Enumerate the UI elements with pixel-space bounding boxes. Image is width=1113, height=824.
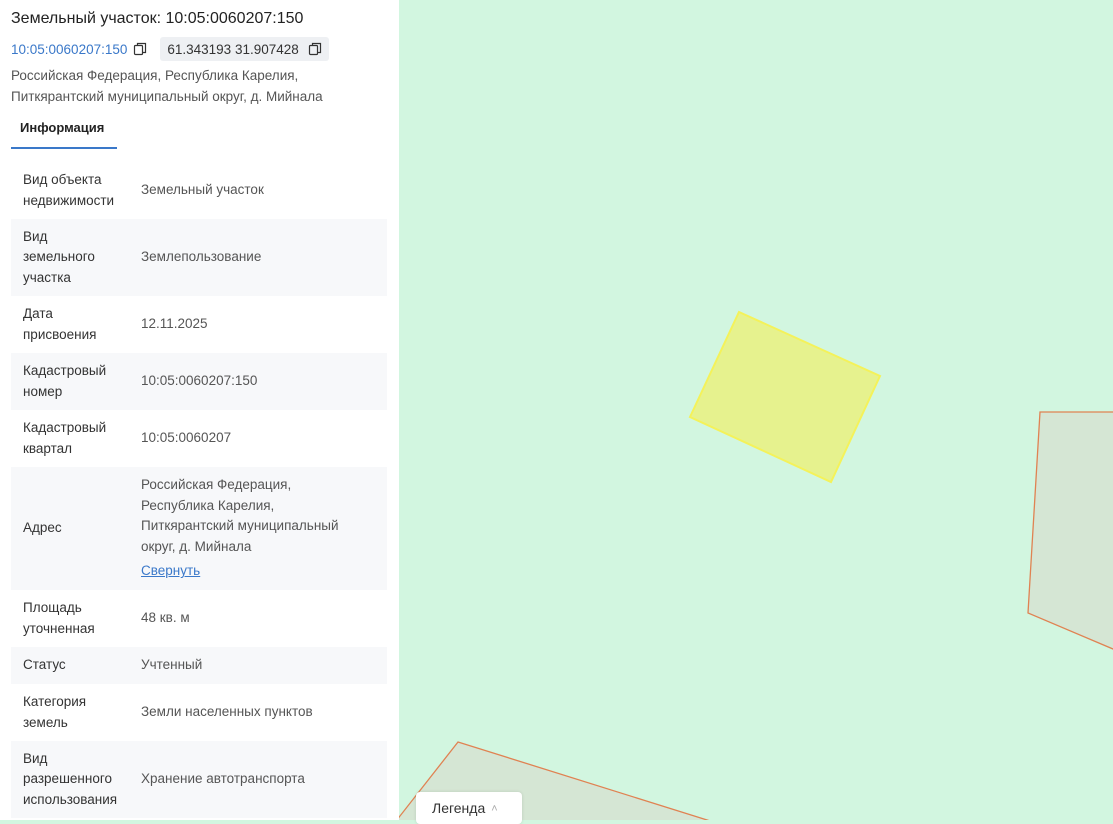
row-key: Площадь уточненная xyxy=(23,598,141,639)
row-key: Кадастровый номер xyxy=(23,361,141,402)
row-value: 48 кв. м xyxy=(141,610,190,626)
row-key: Статус xyxy=(23,655,141,676)
address-line: Питкярантский муниципальный округ, д. Ми… xyxy=(11,89,323,104)
row-key: Дата присвоения xyxy=(23,304,141,345)
key-line: недвижимости xyxy=(23,192,115,208)
coordinates-chip: 61.343193 31.907428 xyxy=(160,37,329,61)
value-line: Республика Карелия, xyxy=(141,497,275,513)
row-key: Вид разрешенного использования xyxy=(23,749,141,811)
legend-label: Легенда xyxy=(432,800,486,816)
key-line: земельного xyxy=(23,249,95,265)
key-line: земель xyxy=(23,714,68,730)
row-key: Адрес xyxy=(23,518,141,539)
key-line: Категория xyxy=(23,694,87,709)
value-line: Питкярантский муниципальный xyxy=(141,518,339,534)
row-key: Категория земель xyxy=(23,692,141,733)
row-value: Учтенный xyxy=(141,657,203,673)
table-row: Вид разрешенного использования Хранение … xyxy=(11,741,387,818)
row-value: Российская Федерация, Республика Карелия… xyxy=(141,475,339,582)
key-line: номер xyxy=(23,383,63,399)
value-line: Российская Федерация, xyxy=(141,477,292,493)
table-row: Площадь уточненная 48 кв. м xyxy=(11,590,387,647)
key-line: Вид xyxy=(23,228,48,244)
key-line: Адрес xyxy=(23,520,62,536)
row-value: 12.11.2025 xyxy=(141,316,208,332)
key-line: Площадь xyxy=(23,600,82,615)
identifier-row: 10:05:0060207:150 61.343193 31.907428 xyxy=(11,37,329,61)
key-line: Статус xyxy=(23,657,66,673)
table-row: Вид объекта недвижимости Земельный участ… xyxy=(11,162,387,219)
map-view[interactable] xyxy=(399,0,1113,820)
info-panel: Земельный участок: 10:05:0060207:150 10:… xyxy=(0,0,399,820)
value-line: округ, д. Мийнала xyxy=(141,538,252,554)
row-value: Землепользование xyxy=(141,249,262,265)
legend-button[interactable]: Легенда ˄ xyxy=(416,792,522,824)
key-line: Кадастровый xyxy=(23,363,107,378)
row-value: Земельный участок xyxy=(141,182,264,198)
copy-icon[interactable] xyxy=(308,42,322,56)
table-row: Кадастровый номер 10:05:0060207:150 xyxy=(11,353,387,410)
row-key: Вид земельного участка xyxy=(23,227,141,289)
table-row: Категория земель Земли населенных пункто… xyxy=(11,684,387,741)
key-line: Вид xyxy=(23,750,48,766)
key-line: Кадастровый xyxy=(23,420,107,435)
row-key: Кадастровый квартал xyxy=(23,418,141,459)
key-line: уточненная xyxy=(23,620,95,636)
key-line: присвоения xyxy=(23,326,97,342)
page-title: Земельный участок: 10:05:0060207:150 xyxy=(11,10,304,27)
chevron-up-icon: ˄ xyxy=(491,803,498,815)
key-line: разрешенного xyxy=(23,771,112,787)
table-row: Статус Учтенный xyxy=(11,647,387,684)
address-line: Российская Федерация, Республика Карелия… xyxy=(11,68,299,83)
collapse-link[interactable]: Свернуть xyxy=(141,561,339,582)
table-row: Вид земельного участка Землепользование xyxy=(11,219,387,296)
copy-icon[interactable] xyxy=(133,42,147,56)
address-summary: Российская Федерация, Республика Карелия… xyxy=(11,65,381,107)
row-value: 10:05:0060207 xyxy=(141,430,232,446)
row-value: Земли населенных пунктов xyxy=(141,704,313,720)
table-row: Кадастровый квартал 10:05:0060207 xyxy=(11,410,387,467)
cadastral-number-link[interactable]: 10:05:0060207:150 xyxy=(11,42,127,57)
properties-table: Вид объекта недвижимости Земельный участ… xyxy=(11,162,387,818)
key-line: квартал xyxy=(23,440,73,456)
table-row: Дата присвоения 12.11.2025 xyxy=(11,296,387,353)
row-key: Вид объекта недвижимости xyxy=(23,170,141,211)
map-canvas xyxy=(399,0,1113,820)
key-line: использования xyxy=(23,791,118,807)
row-value: 10:05:0060207:150 xyxy=(141,373,258,389)
key-line: Вид объекта xyxy=(23,172,102,187)
key-line: участка xyxy=(23,269,71,285)
row-value: Хранение автотранспорта xyxy=(141,771,305,787)
key-line: Дата xyxy=(23,306,53,321)
table-row: Адрес Российская Федерация, Республика К… xyxy=(11,467,387,590)
coordinates-text: 61.343193 31.907428 xyxy=(167,41,299,57)
tab-information[interactable]: Информация xyxy=(11,117,117,149)
